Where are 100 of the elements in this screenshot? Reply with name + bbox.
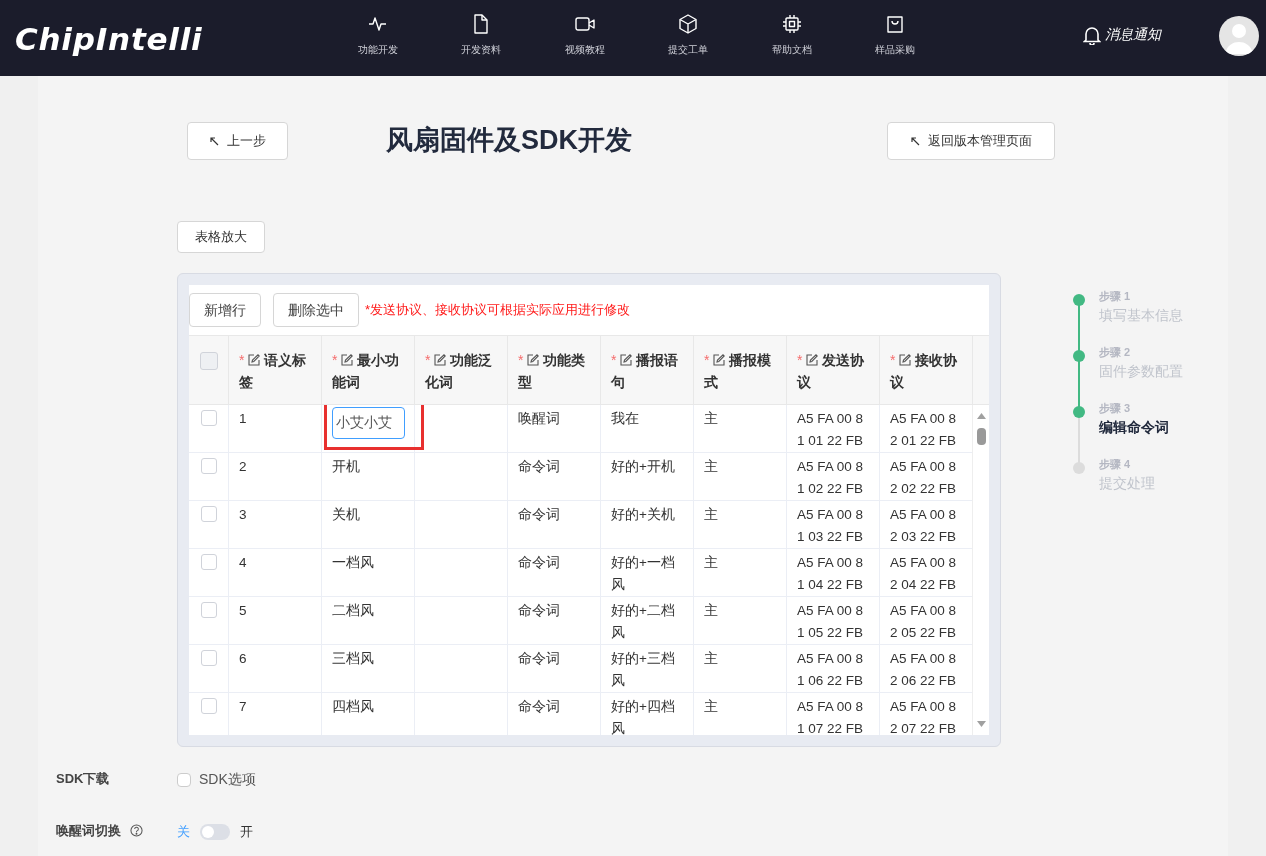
table-cell-text: 开机 <box>332 458 361 476</box>
bell-icon[interactable] <box>1083 24 1101 45</box>
nav-item[interactable]: 开发资料 <box>429 14 533 57</box>
table-cell-text: A5 FA 00 82 02 22 FB <box>890 458 958 498</box>
pulse-icon <box>367 14 388 34</box>
arrow-icon <box>910 136 920 146</box>
table-cell-text: 好的+四档风 <box>611 698 676 735</box>
return-button[interactable]: 返回版本管理页面 <box>887 122 1055 160</box>
table-cell-text: 主 <box>704 506 719 524</box>
checkbox[interactable] <box>200 698 217 714</box>
checkbox[interactable] <box>200 650 217 666</box>
field-label: 唤醒词切换 <box>56 822 121 840</box>
required-mark: * <box>611 352 617 368</box>
table-cell-text: 主 <box>704 698 719 716</box>
nav-item[interactable]: 样品采购 <box>843 14 947 57</box>
table-cell-text: 主 <box>704 410 719 428</box>
table-cell-text: 命令词 <box>518 650 561 668</box>
table-cell-text: A5 FA 00 82 01 22 FB <box>890 410 958 450</box>
table-cell-text: 唤醒词 <box>518 410 561 428</box>
checkbox[interactable] <box>200 410 217 426</box>
avatar[interactable] <box>1219 16 1259 56</box>
scroll-thumb[interactable] <box>977 428 986 445</box>
back-button[interactable]: 上一步 <box>187 122 288 160</box>
table-cell-text: 7 <box>239 698 248 716</box>
table-cell-text: 一档风 <box>332 554 375 572</box>
edit-icon <box>713 354 726 366</box>
table-cell-text: 主 <box>704 458 719 476</box>
switch-label: 关 <box>177 823 190 841</box>
step-label: 编辑命令词 <box>1099 417 1169 437</box>
table-cell-text: 命令词 <box>518 554 561 572</box>
table-cell-text: A5 FA 00 81 02 22 FB <box>797 458 865 498</box>
table-cell-text: A5 FA 00 82 04 22 FB <box>890 554 958 594</box>
video-camera-icon <box>574 14 595 34</box>
table-cell-text: 1 <box>239 410 248 428</box>
nav-item[interactable]: 功能开发 <box>326 14 430 57</box>
field-label: SDK下载 <box>56 770 110 788</box>
table-cell-text: 好的+二档风 <box>611 602 676 642</box>
checkbox[interactable] <box>177 772 191 787</box>
column-header: * 最小功能词 <box>332 351 401 392</box>
scroll-up-icon[interactable] <box>977 413 986 419</box>
help-icon[interactable] <box>130 824 143 837</box>
column-header: * 播报模式 <box>704 351 773 392</box>
table-cell-text: 主 <box>704 602 719 620</box>
edit-icon <box>899 354 912 366</box>
table-cell-text: A5 FA 00 82 05 22 FB <box>890 602 958 642</box>
edit-icon <box>527 354 540 366</box>
edit-icon <box>620 354 633 366</box>
nav-item[interactable]: 提交工单 <box>636 14 740 57</box>
table-cell-text: 三档风 <box>332 650 375 668</box>
nav-item[interactable]: 视频教程 <box>533 14 637 57</box>
column-header: * 语义标签 <box>239 351 308 392</box>
column-header: * 功能泛化词 <box>425 351 494 392</box>
required-mark: * <box>332 352 338 368</box>
notification-link[interactable]: 消息通知 <box>1105 24 1161 45</box>
checkbox[interactable] <box>200 506 217 522</box>
checkbox[interactable] <box>200 602 217 618</box>
edit-icon <box>806 354 819 366</box>
select-all-checkbox[interactable] <box>199 352 218 370</box>
column-header: * 功能类型 <box>518 351 587 392</box>
edit-icon <box>341 354 354 366</box>
table-cell-text: A5 FA 00 81 07 22 FB <box>797 698 865 735</box>
table-cell-text: 好的+关机 <box>611 506 676 524</box>
required-mark: * <box>797 352 803 368</box>
delete-selected-button[interactable]: 删除选中 <box>273 293 359 327</box>
column-header: * 接收协议 <box>890 351 959 392</box>
add-row-button[interactable]: 新增行 <box>189 293 261 327</box>
checkbox[interactable] <box>200 554 217 570</box>
table-cell-text: 主 <box>704 650 719 668</box>
table-cell-text: 二档风 <box>332 602 375 620</box>
shopping-bag-icon <box>885 14 906 34</box>
step-number: 步骤 2 <box>1099 345 1132 360</box>
scroll-down-icon[interactable] <box>977 721 986 727</box>
table-cell-text: A5 FA 00 82 03 22 FB <box>890 506 958 546</box>
chip-icon <box>781 14 802 34</box>
required-mark: * <box>518 352 524 368</box>
checkbox[interactable] <box>200 458 217 474</box>
nav-item[interactable]: 帮助文档 <box>740 14 844 57</box>
required-mark: * <box>890 352 896 368</box>
scrollbar[interactable] <box>972 405 989 735</box>
input-field[interactable]: 小艾小艾 <box>332 407 405 439</box>
table-cell-text: 命令词 <box>518 698 561 716</box>
toggle-switch[interactable] <box>200 823 230 840</box>
edit-icon <box>248 354 261 366</box>
table-cell-text: 2 <box>239 458 248 476</box>
table-cell-text: A5 FA 00 82 06 22 FB <box>890 650 958 690</box>
table-cell-text: 6 <box>239 650 248 668</box>
column-header: * 播报语句 <box>611 351 680 392</box>
zoom-table-button[interactable]: 表格放大 <box>177 221 265 253</box>
required-mark: * <box>239 352 245 368</box>
table-cell-text: 好的+一档风 <box>611 554 676 594</box>
table-cell-text: 关机 <box>332 506 361 524</box>
required-mark: * <box>704 352 710 368</box>
table-cell-text: A5 FA 00 81 05 22 FB <box>797 602 865 642</box>
table-cell-text: 主 <box>704 554 719 572</box>
checkbox-label[interactable]: SDK选项 <box>199 769 256 790</box>
table-cell-text: 5 <box>239 602 248 620</box>
table-cell-text: A5 FA 00 81 06 22 FB <box>797 650 865 690</box>
table-cell-text: 好的+三档风 <box>611 650 676 690</box>
table-cell-text: 好的+开机 <box>611 458 676 476</box>
logo[interactable]: ChipIntelli <box>15 16 203 63</box>
